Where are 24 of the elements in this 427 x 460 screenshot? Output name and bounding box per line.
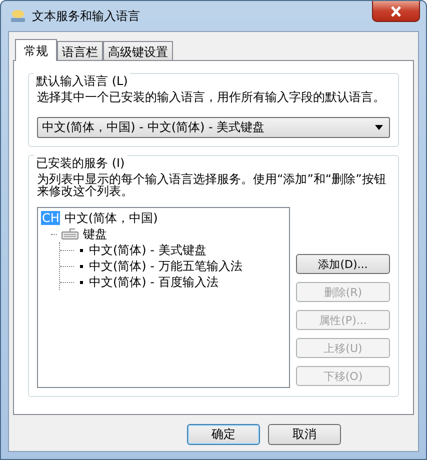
tree-item[interactable]: 中文(简体) - 万能五笔输入法 <box>89 258 242 274</box>
close-icon <box>390 6 402 16</box>
tree-item[interactable]: 中文(简体) - 美式键盘 <box>89 242 206 258</box>
language-badge: CH <box>41 211 60 225</box>
description-text: 为列表中显示的每个输入语言选择服务。使用“添加”和“删除”按钮来修改这个列表。 <box>37 173 387 197</box>
window-title: 文本服务和输入语言 <box>32 8 141 24</box>
ok-button[interactable]: 确定 <box>187 424 260 445</box>
group-label: 默认输入语言 (L) <box>34 73 130 90</box>
services-tree[interactable]: CH 中文(简体，中国) 键盘 中文(简体) - 美式键盘 中文(简体) - 万能五笔输入法 中文(简体) - 百度输入法 <box>37 207 290 388</box>
cancel-button[interactable]: 取消 <box>268 424 341 445</box>
tab[interactable]: 常规 <box>15 39 57 61</box>
close-button[interactable] <box>372 1 420 22</box>
tree-item[interactable]: 键盘 <box>83 226 107 242</box>
description-text: 选择其中一个已安装的输入语言，用作所有输入字段的默认语言。 <box>37 91 386 103</box>
action-button[interactable]: 添加(D)... <box>296 254 390 274</box>
tree-item[interactable]: 中文(简体，中国) <box>64 210 158 226</box>
app-icon <box>10 9 26 23</box>
tab[interactable]: 语言栏 <box>57 41 103 60</box>
group-label: 已安装的服务 (I) <box>34 155 127 172</box>
caret-icon <box>375 125 383 130</box>
language-dropdown[interactable]: 中文(简体，中国) - 中文(简体) - 美式键盘 <box>37 117 390 138</box>
keyboard-icon <box>61 228 79 240</box>
tree-item[interactable]: 中文(简体) - 百度输入法 <box>89 274 218 290</box>
tab[interactable]: 高级键设置 <box>103 41 173 60</box>
